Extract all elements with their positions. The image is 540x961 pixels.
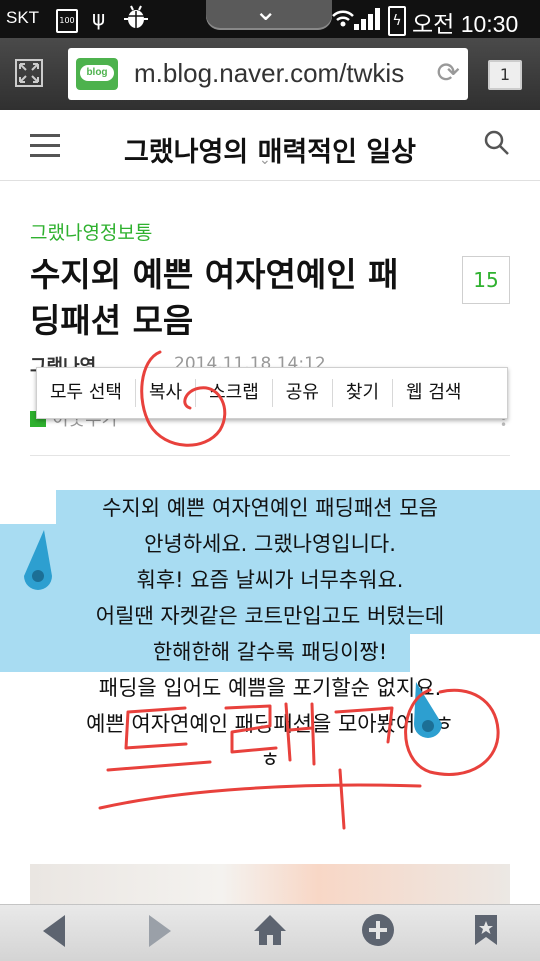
forward-arrow-icon[interactable] [140, 913, 180, 953]
post-image[interactable] [30, 864, 510, 904]
handwritten-annotation [98, 350, 500, 830]
bookmark-icon[interactable] [466, 913, 506, 953]
home-icon[interactable] [250, 913, 290, 953]
browser-bottom-bar [0, 904, 540, 961]
add-icon[interactable] [358, 913, 398, 953]
back-arrow-icon[interactable] [34, 913, 74, 953]
